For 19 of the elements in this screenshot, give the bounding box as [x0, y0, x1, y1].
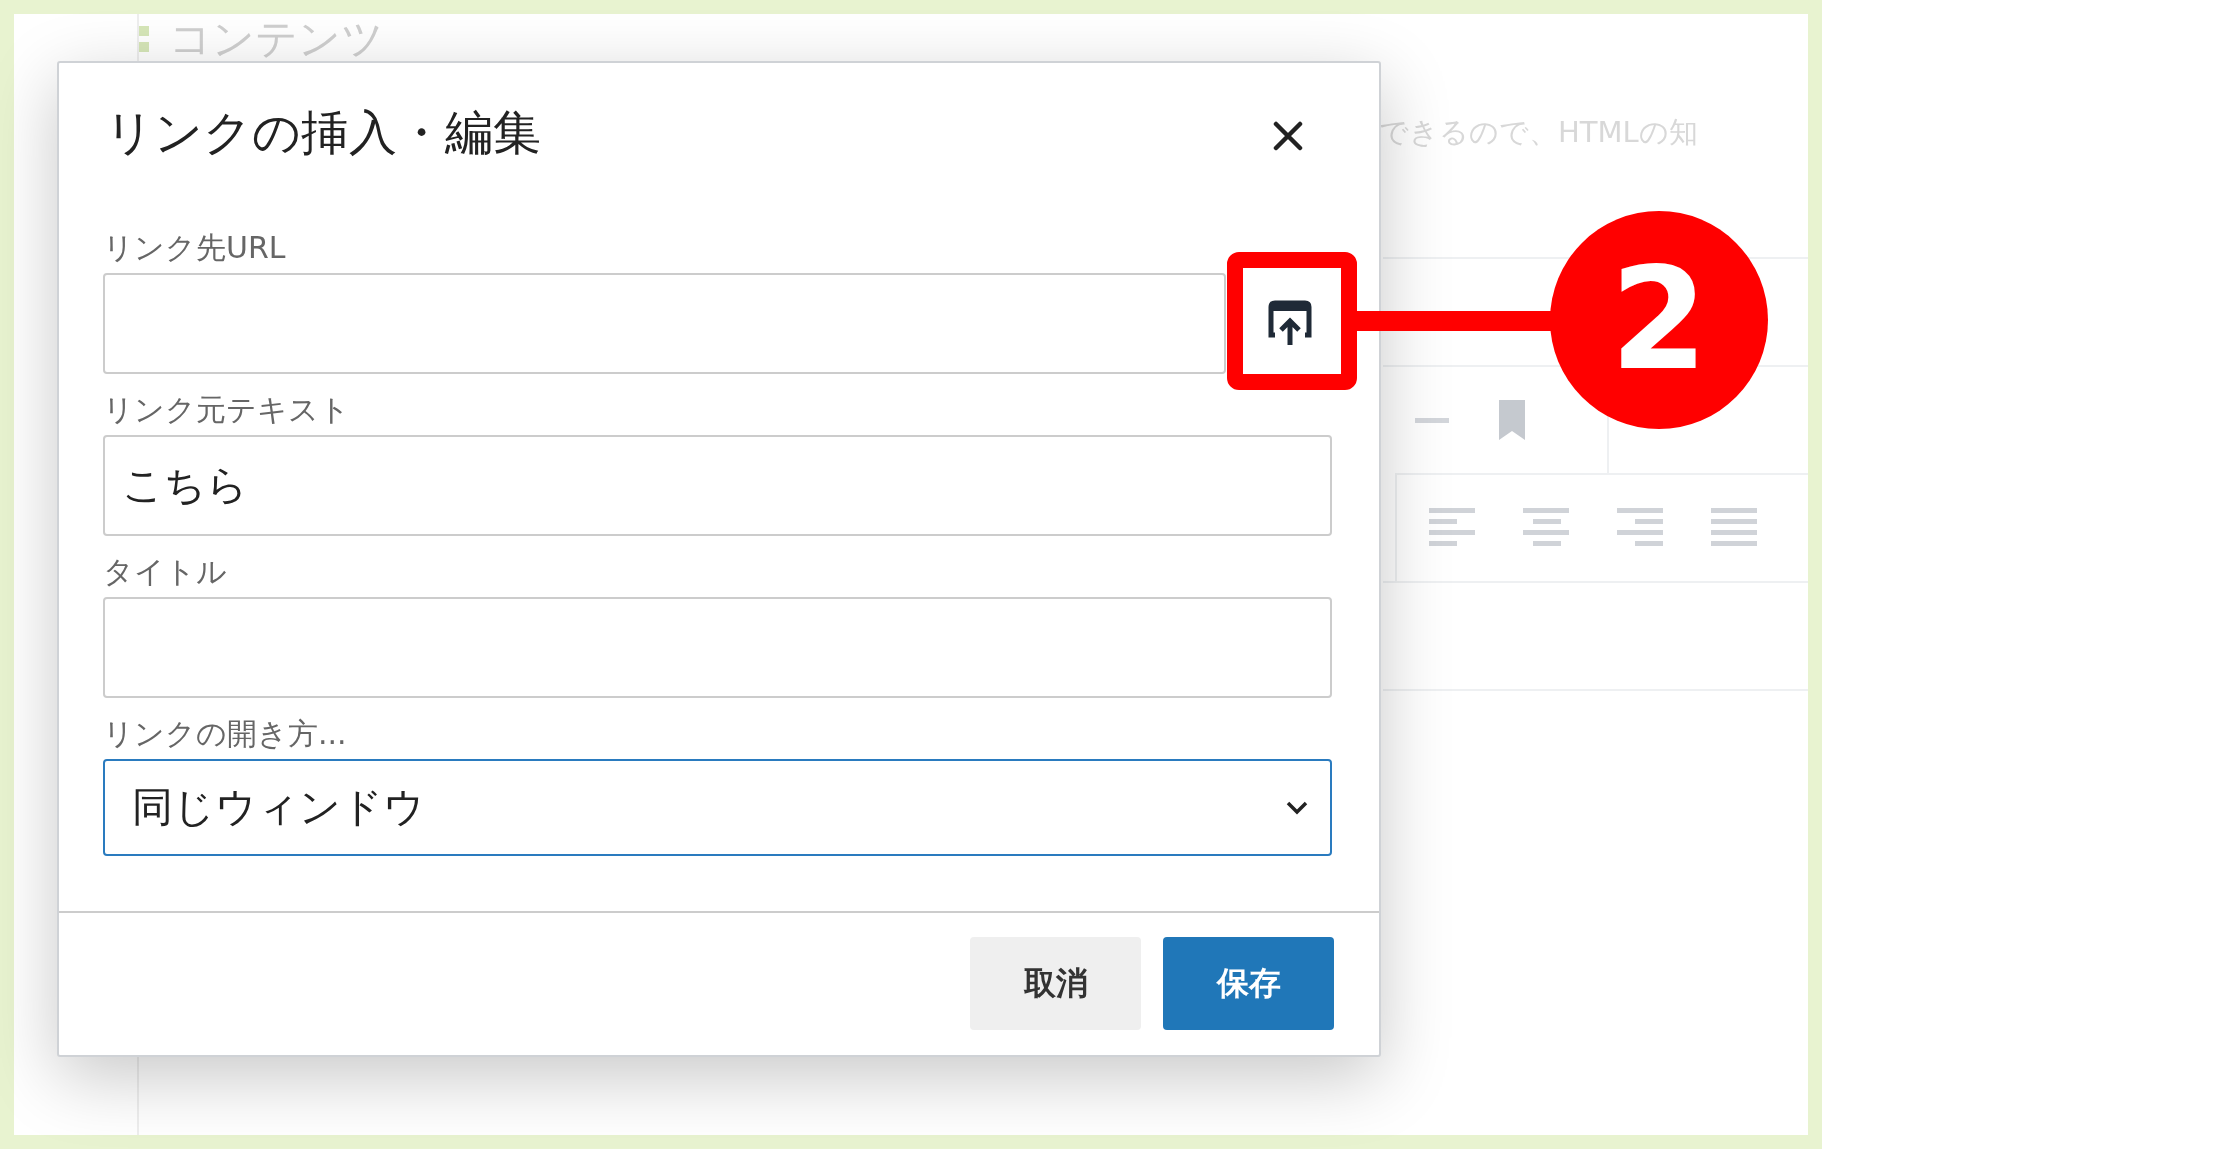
- chevron-down-icon: [1286, 800, 1308, 815]
- align-center-icon[interactable]: [1523, 508, 1569, 548]
- bookmark-icon[interactable]: [1499, 400, 1525, 440]
- text-field[interactable]: こちら: [103, 435, 1332, 536]
- save-button[interactable]: 保存: [1163, 937, 1334, 1030]
- dialog-title: リンクの挿入・編集: [105, 103, 541, 161]
- open-mode-dropdown[interactable]: 同じウィンドウ: [103, 759, 1332, 856]
- field-label: タイトル: [103, 553, 227, 591]
- align-left-icon[interactable]: [1429, 508, 1475, 548]
- field-label: リンク先URL: [103, 229, 286, 267]
- field-label: リンクの開き方...: [103, 715, 347, 753]
- text-field[interactable]: [103, 597, 1332, 698]
- url-field[interactable]: [103, 273, 1226, 374]
- cancel-button[interactable]: 取消: [970, 937, 1141, 1030]
- field-label: リンク元テキスト: [103, 391, 350, 429]
- justify-icon[interactable]: [1711, 508, 1757, 548]
- grip-icon: [139, 26, 149, 52]
- align-right-icon[interactable]: [1617, 508, 1663, 548]
- close-icon[interactable]: [1273, 121, 1303, 151]
